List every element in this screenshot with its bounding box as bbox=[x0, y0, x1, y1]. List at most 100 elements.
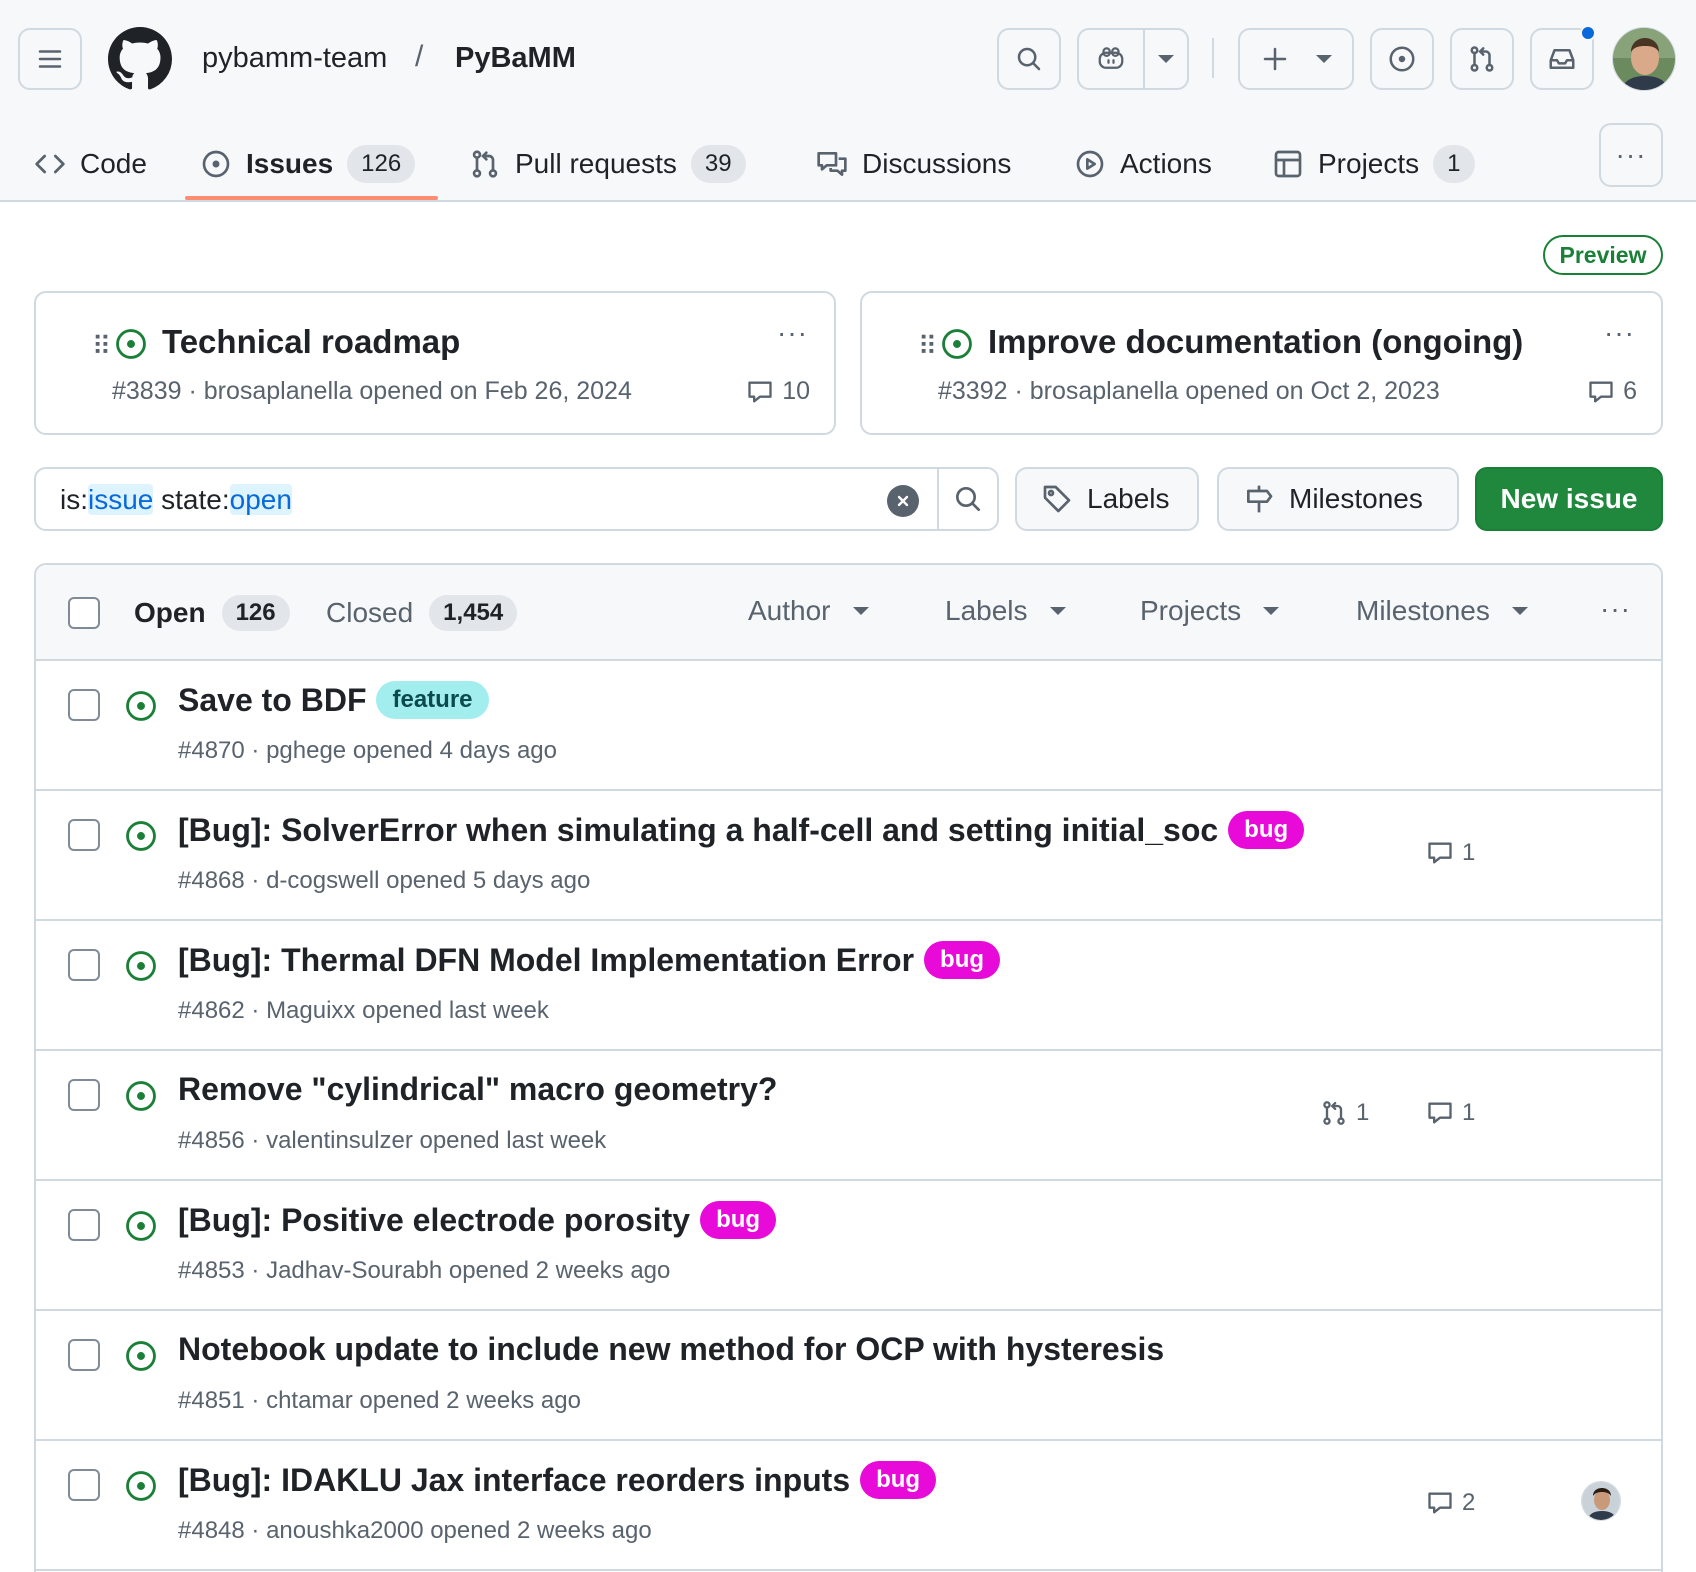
x-icon bbox=[897, 495, 909, 507]
issue-title-link[interactable]: Save to BDF bbox=[178, 682, 366, 719]
tab-code[interactable]: Code bbox=[34, 126, 147, 202]
issue-checkbox[interactable] bbox=[68, 1079, 100, 1111]
tab-actions-label: Actions bbox=[1120, 148, 1212, 179]
milestones-filter-dropdown[interactable]: Milestones bbox=[1356, 595, 1528, 627]
issue-opened-icon bbox=[202, 150, 230, 178]
comment-discussion-icon bbox=[817, 152, 847, 176]
pinned-issue-more-button[interactable]: ··· bbox=[1604, 317, 1635, 349]
issue-row[interactable]: [Bug]: Positive electrode porosity bug #… bbox=[36, 1181, 1661, 1311]
hamburger-menu-button[interactable] bbox=[18, 28, 82, 90]
pinned-issue-card[interactable]: ⠿ Technical roadmap #3839 · brosaplanell… bbox=[34, 291, 836, 435]
repo-owner-link[interactable]: pybamm-team bbox=[202, 42, 387, 75]
issue-checkbox[interactable] bbox=[68, 819, 100, 851]
pinned-issue-comments[interactable]: 6 bbox=[1587, 377, 1637, 406]
milestones-button[interactable]: Milestones bbox=[1217, 467, 1459, 531]
pinned-issue-title[interactable]: Technical roadmap bbox=[162, 323, 460, 361]
open-filter-count: 126 bbox=[221, 595, 290, 631]
issue-label-bug[interactable]: bug bbox=[1228, 811, 1305, 849]
drag-handle-icon[interactable]: ⠿ bbox=[918, 331, 937, 362]
issue-comment-count: 2 bbox=[1462, 1489, 1476, 1516]
your-pull-requests-button[interactable] bbox=[1450, 28, 1514, 90]
git-pull-request-icon bbox=[472, 150, 498, 178]
select-all-checkbox[interactable] bbox=[68, 597, 100, 629]
tab-discussions-label: Discussions bbox=[862, 148, 1012, 179]
tab-issues-counter: 126 bbox=[347, 145, 416, 183]
pinned-issue-comments[interactable]: 10 bbox=[746, 377, 810, 406]
tab-projects-counter: 1 bbox=[1433, 145, 1475, 183]
tag-icon bbox=[1043, 485, 1071, 513]
issue-label-feature[interactable]: feature bbox=[376, 681, 489, 719]
issue-title-link[interactable]: [Bug]: Thermal DFN Model Implementation … bbox=[178, 942, 914, 979]
open-filter-label: Open bbox=[134, 597, 206, 628]
issue-meta: #4853 · Jadhav-Sourabh opened 2 weeks ag… bbox=[178, 1257, 671, 1284]
issue-title-link[interactable]: [Bug]: IDAKLU Jax interface reorders inp… bbox=[178, 1462, 850, 1499]
tab-discussions[interactable]: Discussions bbox=[816, 126, 1011, 202]
your-issues-button[interactable] bbox=[1370, 28, 1434, 90]
issue-title-link[interactable]: [Bug]: Positive electrode porosity bbox=[178, 1202, 690, 1239]
tab-issues[interactable]: Issues 126 bbox=[200, 126, 416, 202]
search-qualifier-value: open bbox=[229, 484, 292, 515]
closed-issues-filter[interactable]: Closed 1,454 bbox=[326, 595, 518, 631]
pinned-issue-title[interactable]: Improve documentation (ongoing) bbox=[988, 323, 1523, 361]
issue-row[interactable]: [Bug]: IDAKLU Jax interface reorders inp… bbox=[36, 1441, 1661, 1571]
issue-row[interactable]: [Bug]: Thermal DFN Model Implementation … bbox=[36, 921, 1661, 1051]
copilot-icon bbox=[1098, 47, 1124, 69]
search-button[interactable] bbox=[997, 28, 1061, 90]
user-avatar-image bbox=[1613, 28, 1675, 90]
copilot-button[interactable] bbox=[1077, 28, 1189, 90]
labels-button-label: Labels bbox=[1087, 483, 1170, 514]
issue-label-bug[interactable]: bug bbox=[860, 1461, 937, 1499]
copilot-dropdown-caret[interactable] bbox=[1145, 55, 1187, 63]
search-divider bbox=[937, 469, 939, 529]
issue-checkbox[interactable] bbox=[68, 949, 100, 981]
pinned-issue-card[interactable]: ⠿ Improve documentation (ongoing) #3392 … bbox=[860, 291, 1663, 435]
tab-actions[interactable]: Actions bbox=[1074, 126, 1212, 202]
issue-title-link[interactable]: Notebook update to include new method fo… bbox=[178, 1331, 1164, 1368]
issue-row[interactable]: [Bug]: SolverError when simulating a hal… bbox=[36, 791, 1661, 921]
issue-label-bug[interactable]: bug bbox=[924, 941, 1001, 979]
issue-checkbox[interactable] bbox=[68, 1469, 100, 1501]
assignee-avatar[interactable] bbox=[1581, 1481, 1621, 1521]
list-more-options-button[interactable]: ··· bbox=[1600, 593, 1631, 625]
issue-row[interactable]: Save to BDF feature #4870 · pghege opene… bbox=[36, 661, 1661, 791]
tab-projects[interactable]: Projects 1 bbox=[1272, 126, 1475, 202]
open-issues-filter[interactable]: Open 126 bbox=[134, 595, 290, 631]
issue-comments-link[interactable]: 1 bbox=[1426, 839, 1475, 867]
issue-linked-prs-link[interactable]: 1 bbox=[1320, 1099, 1369, 1127]
tab-pull-requests[interactable]: Pull requests 39 bbox=[469, 126, 746, 202]
chevron-down-icon bbox=[1049, 607, 1066, 615]
author-filter-dropdown[interactable]: Author bbox=[748, 595, 869, 627]
issue-row[interactable]: Remove "cylindrical" macro geometry? #48… bbox=[36, 1051, 1661, 1181]
issue-search-input[interactable]: is:issue state:open bbox=[34, 467, 999, 531]
projects-filter-dropdown[interactable]: Projects bbox=[1140, 595, 1280, 627]
issue-comments-link[interactable]: 1 bbox=[1426, 1099, 1475, 1127]
labels-button[interactable]: Labels bbox=[1015, 467, 1199, 531]
repo-nav-more-button[interactable]: ··· bbox=[1599, 123, 1663, 187]
labels-filter-dropdown[interactable]: Labels bbox=[945, 595, 1066, 627]
clear-search-button[interactable] bbox=[887, 485, 919, 517]
issue-row[interactable]: Notebook update to include new method fo… bbox=[36, 1311, 1661, 1441]
user-avatar[interactable] bbox=[1612, 27, 1676, 91]
issue-title-link[interactable]: Remove "cylindrical" macro geometry? bbox=[178, 1071, 777, 1108]
issue-checkbox[interactable] bbox=[68, 689, 100, 721]
issue-opened-icon bbox=[126, 1211, 156, 1241]
pinned-issue-more-button[interactable]: ··· bbox=[777, 317, 808, 349]
search-icon[interactable] bbox=[952, 483, 984, 515]
issue-checkbox[interactable] bbox=[68, 1339, 100, 1371]
preview-badge[interactable]: Preview bbox=[1543, 235, 1663, 275]
search-icon bbox=[1017, 47, 1041, 71]
new-issue-button[interactable]: New issue bbox=[1475, 467, 1663, 531]
create-new-button[interactable] bbox=[1238, 28, 1354, 90]
issue-comment-count: 1 bbox=[1462, 1099, 1476, 1126]
issue-opened-icon bbox=[942, 329, 972, 359]
drag-handle-icon[interactable]: ⠿ bbox=[92, 331, 111, 362]
github-logo-icon[interactable] bbox=[108, 27, 172, 91]
issue-title-link[interactable]: [Bug]: SolverError when simulating a hal… bbox=[178, 812, 1218, 849]
repo-name-link[interactable]: PyBaMM bbox=[455, 42, 576, 75]
issue-checkbox[interactable] bbox=[68, 1209, 100, 1241]
header-divider bbox=[1212, 38, 1214, 78]
issue-comments-link[interactable]: 2 bbox=[1426, 1489, 1475, 1517]
issue-title: Remove "cylindrical" macro geometry? bbox=[178, 1071, 777, 1108]
issue-title: [Bug]: SolverError when simulating a hal… bbox=[178, 811, 1305, 849]
issue-label-bug[interactable]: bug bbox=[700, 1201, 777, 1239]
